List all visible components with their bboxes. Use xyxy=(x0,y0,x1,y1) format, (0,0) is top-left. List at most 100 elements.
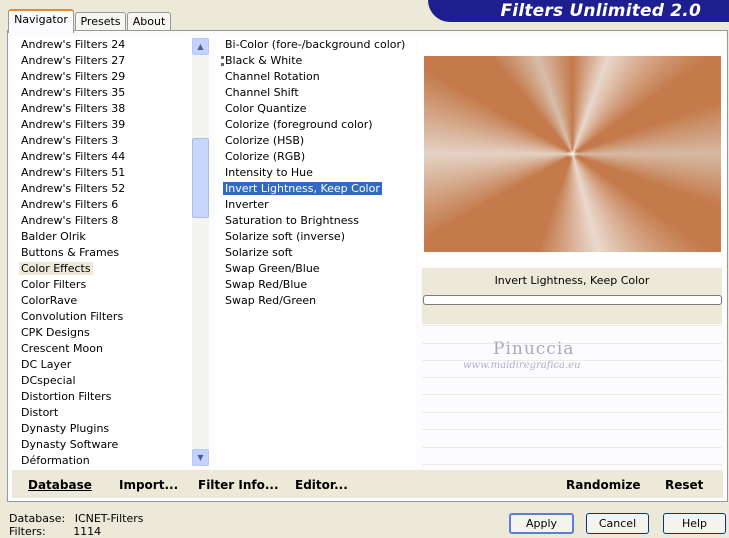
cancel-button[interactable]: Cancel xyxy=(586,513,649,534)
category-item[interactable]: Buttons & Frames xyxy=(12,245,192,261)
category-item-label: Andrew's Filters 27 xyxy=(21,54,126,67)
editor-button[interactable]: Editor... xyxy=(295,478,348,492)
preview-image xyxy=(424,56,721,252)
filter-item[interactable]: Colorize (foreground color) xyxy=(216,117,416,133)
filter-item[interactable]: Solarize soft xyxy=(216,245,416,261)
category-item[interactable]: Andrew's Filters 38 xyxy=(12,101,192,117)
filter-item[interactable]: Channel Shift xyxy=(216,85,416,101)
category-item-label: Distortion Filters xyxy=(21,390,112,403)
import-button[interactable]: Import... xyxy=(119,478,178,492)
filter-item[interactable]: Saturation to Brightness xyxy=(216,213,416,229)
category-item[interactable]: Andrew's Filters 3 xyxy=(12,133,192,149)
chevron-up-icon: ▲ xyxy=(197,42,204,51)
category-item-label: Dynasty Plugins xyxy=(21,422,110,435)
category-item[interactable]: Color Effects xyxy=(12,261,192,277)
category-item[interactable]: CPK Designs xyxy=(12,325,192,341)
grip-icon xyxy=(221,56,228,66)
scroll-down-button[interactable]: ▼ xyxy=(192,449,209,466)
filters-status-key: Filters: xyxy=(9,525,46,538)
category-item-label: Andrew's Filters 24 xyxy=(21,38,126,51)
tab-navigator[interactable]: Navigator xyxy=(8,9,74,33)
category-item-label: Color Filters xyxy=(21,278,87,291)
filter-item-label: Solarize soft xyxy=(225,246,293,259)
category-item-label: Andrew's Filters 44 xyxy=(21,150,126,163)
category-item-label: Andrew's Filters 52 xyxy=(21,182,126,195)
category-item[interactable]: Andrew's Filters 24 xyxy=(12,37,192,53)
filter-item-label: Channel Shift xyxy=(225,86,299,99)
filter-item[interactable]: Bi-Color (fore-/background color) xyxy=(216,37,416,53)
filter-item[interactable]: Swap Green/Blue xyxy=(216,261,416,277)
category-item[interactable]: Andrew's Filters 51 xyxy=(12,165,192,181)
category-item-label: Andrew's Filters 39 xyxy=(21,118,126,131)
database-button[interactable]: Database xyxy=(28,478,92,492)
watermark-name: Pinuccia xyxy=(493,339,575,359)
category-item[interactable]: Andrew's Filters 39 xyxy=(12,117,192,133)
filter-item-label: Intensity to Hue xyxy=(225,166,313,179)
filter-item-label: Inverter xyxy=(225,198,269,211)
category-item[interactable]: Andrew's Filters 6 xyxy=(12,197,192,213)
category-item[interactable]: Andrew's Filters 52 xyxy=(12,181,192,197)
category-item-label: Andrew's Filters 3 xyxy=(21,134,119,147)
category-scrollbar[interactable]: ▲ ▼ xyxy=(192,38,209,466)
category-list[interactable]: Andrew's Filters 24 Andrew's Filters 27 An… xyxy=(12,36,192,469)
filter-item[interactable]: Intensity to Hue xyxy=(216,165,416,181)
category-item[interactable]: Dynasty Plugins xyxy=(12,421,192,437)
filter-item[interactable]: Inverter xyxy=(216,197,416,213)
category-item-label: Distort xyxy=(21,406,59,419)
category-item-label: Andrew's Filters 35 xyxy=(21,86,126,99)
filter-item-label: Saturation to Brightness xyxy=(225,214,359,227)
filter-item-label: Colorize (foreground color) xyxy=(225,118,373,131)
filter-item-label: Bi-Color (fore-/background color) xyxy=(225,38,406,51)
help-button[interactable]: Help xyxy=(663,513,726,534)
category-item[interactable]: Déformation xyxy=(12,453,192,469)
category-item[interactable]: DCspecial xyxy=(12,373,192,389)
tab-about[interactable]: About xyxy=(127,12,171,31)
scroll-up-button[interactable]: ▲ xyxy=(192,38,209,55)
filter-item[interactable]: Channel Rotation xyxy=(216,69,416,85)
filter-item-label: Color Quantize xyxy=(225,102,307,115)
filter-item[interactable]: Swap Red/Green xyxy=(216,293,416,309)
database-status-value: ICNET-Filters xyxy=(74,512,144,525)
filter-item-label: Invert Lightness, Keep Color xyxy=(223,182,382,195)
filter-item[interactable]: Invert Lightness, Keep Color xyxy=(216,181,416,197)
category-item[interactable]: Andrew's Filters 44 xyxy=(12,149,192,165)
reset-button[interactable]: Reset xyxy=(665,478,703,492)
category-item[interactable]: Andrew's Filters 8 xyxy=(12,213,192,229)
filter-item-label: Swap Red/Blue xyxy=(225,278,308,291)
category-item[interactable]: ColorRave xyxy=(12,293,192,309)
category-item-label: ColorRave xyxy=(21,294,78,307)
category-item[interactable]: Crescent Moon xyxy=(12,341,192,357)
filters-status: Filters: 1114 xyxy=(9,525,101,538)
filter-item[interactable]: Color Quantize xyxy=(216,101,416,117)
category-item-label: Buttons & Frames xyxy=(21,246,120,259)
filter-item[interactable]: Colorize (RGB) xyxy=(216,149,416,165)
category-item[interactable]: Dynasty Software xyxy=(12,437,192,453)
filter-item[interactable]: Black & White xyxy=(216,53,416,69)
category-item[interactable]: Andrew's Filters 27 xyxy=(12,53,192,69)
category-item-label: CPK Designs xyxy=(21,326,90,339)
category-item[interactable]: Andrew's Filters 35 xyxy=(12,85,192,101)
filter-item[interactable]: Colorize (HSB) xyxy=(216,133,416,149)
category-item-label: Color Effects xyxy=(19,262,93,275)
app-title: Filters Unlimited 2.0 xyxy=(500,1,701,21)
filter-info-button[interactable]: Filter Info... xyxy=(198,478,279,492)
watermark-url: www.maidiregrafica.eu xyxy=(463,360,581,371)
category-item[interactable]: Color Filters xyxy=(12,277,192,293)
scroll-thumb[interactable] xyxy=(192,138,209,218)
category-item[interactable]: DC Layer xyxy=(12,357,192,373)
filter-item[interactable]: Solarize soft (inverse) xyxy=(216,229,416,245)
tab-presets[interactable]: Presets xyxy=(75,12,126,31)
randomize-button[interactable]: Randomize xyxy=(566,478,640,492)
category-item[interactable]: Andrew's Filters 29 xyxy=(12,69,192,85)
category-item[interactable]: Distortion Filters xyxy=(12,389,192,405)
filter-item[interactable]: Swap Red/Blue xyxy=(216,277,416,293)
database-status: Database: ICNET-Filters xyxy=(9,512,143,525)
apply-button[interactable]: Apply xyxy=(509,513,574,534)
category-item-label: Andrew's Filters 51 xyxy=(21,166,126,179)
category-item[interactable]: Convolution Filters xyxy=(12,309,192,325)
category-item-label: DCspecial xyxy=(21,374,76,387)
category-item[interactable]: Distort xyxy=(12,405,192,421)
filter-list[interactable]: Bi-Color (fore-/background color) Black &… xyxy=(216,36,416,469)
database-status-key: Database: xyxy=(9,512,66,525)
category-item[interactable]: Balder Olrik xyxy=(12,229,192,245)
